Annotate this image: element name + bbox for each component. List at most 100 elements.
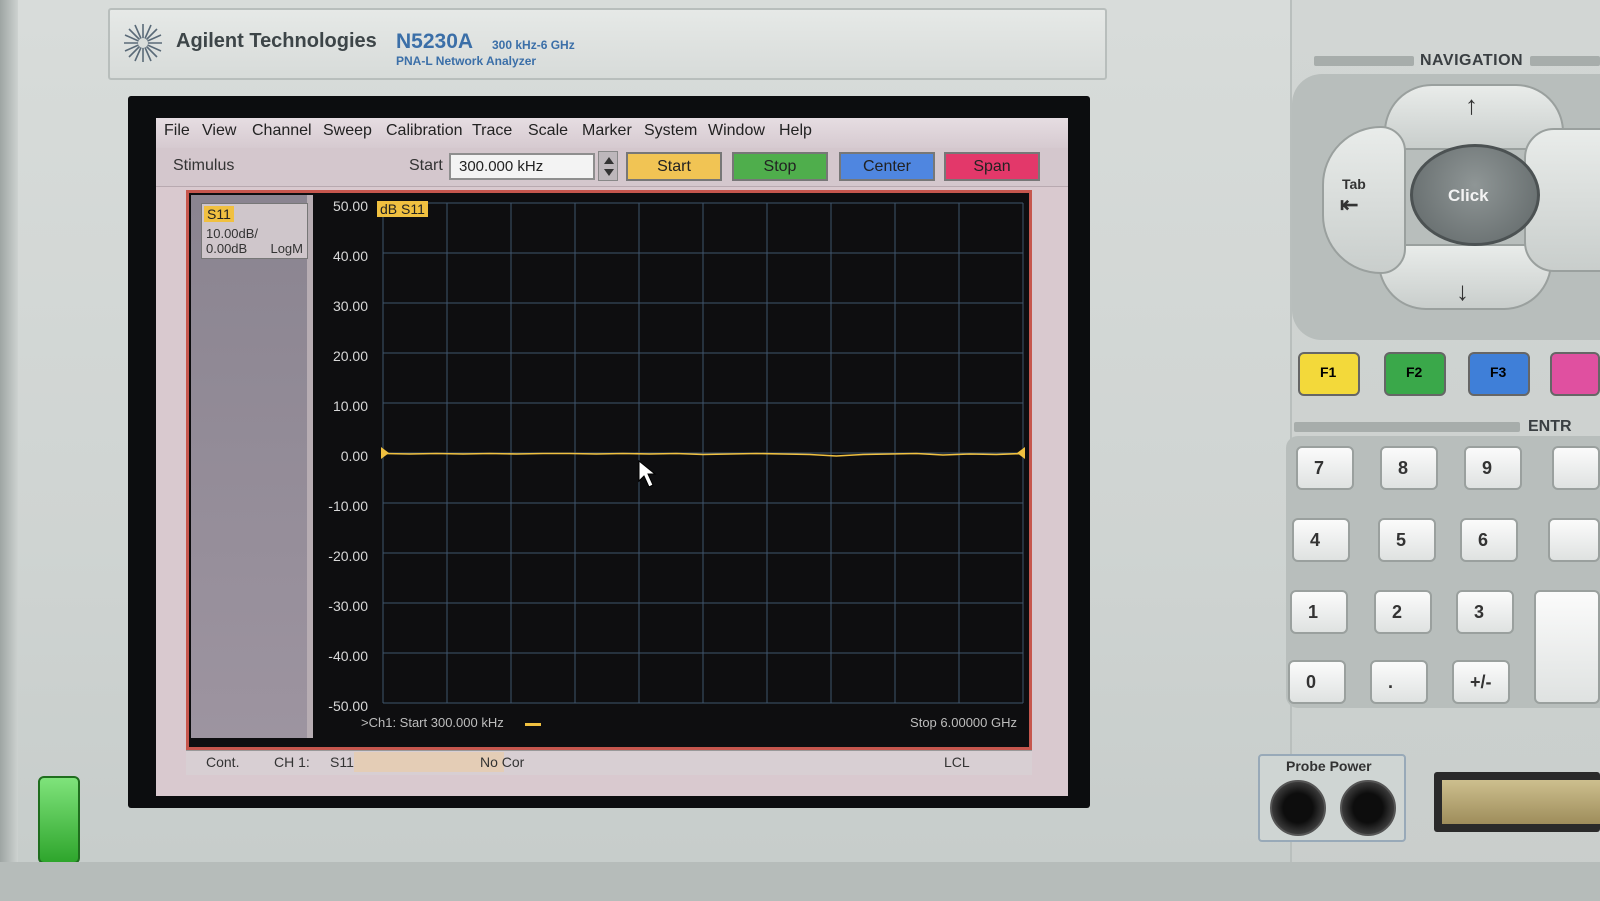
key-5[interactable]: 5 [1378,518,1436,562]
y-tick-label: 50.00 [332,198,368,214]
menu-sweep[interactable]: Sweep [323,122,372,140]
product-subtitle: PNA-L Network Analyzer [396,54,537,68]
analyzer-screen: File View Channel Sweep Calibration Trac… [156,118,1068,796]
y-tick-label: 40.00 [332,248,368,264]
stop-button[interactable]: Stop [732,152,828,181]
key-4[interactable]: 4 [1292,518,1350,562]
f2-key[interactable]: F2 [1384,352,1446,396]
probe-power-panel: Probe Power [1258,754,1406,842]
chassis-bottom [0,862,1600,901]
menu-window[interactable]: Window [708,122,765,140]
tab-button[interactable] [1322,126,1406,274]
stimulus-label: Stimulus [173,157,235,174]
y-tick-label: 30.00 [332,298,368,314]
trace-status-panel: S11 10.00dB/ 0.00dB LogM [191,195,313,738]
start-field-label: Start [409,157,443,174]
drive-slot [1442,780,1600,824]
sweep-mode: Cont. [206,754,240,770]
tab-back-icon: ⇤ [1340,192,1359,217]
trace-id-badge: S11 [204,206,234,222]
probe-power-jack[interactable] [1340,780,1396,836]
model-number: N5230A [396,30,474,53]
navigation-bar [1530,56,1600,66]
key-plus-minus[interactable]: +/- [1452,660,1510,704]
y-tick-label: -50.00 [328,698,368,714]
trace-status-box[interactable]: S11 10.00dB/ 0.00dB LogM [201,203,308,259]
mouse-cursor-icon [638,459,657,488]
key-0[interactable]: 0 [1288,660,1346,704]
y-tick-label: 10.00 [332,398,368,414]
probe-power-label: Probe Power [1286,758,1372,774]
trace-label-badge: dB S11 [377,201,428,217]
y-tick-label: 0.00 [340,448,368,464]
start-frequency-input[interactable]: 300.000 kHz [449,153,595,180]
y-tick-label: -20.00 [328,548,368,564]
key-2[interactable]: 2 [1374,590,1432,634]
trace-scale: 10.00dB/ [206,226,259,241]
agilent-spark-icon [124,24,162,62]
menu-marker[interactable]: Marker [582,122,632,140]
enter-key[interactable] [1534,590,1600,704]
key-6[interactable]: 6 [1460,518,1518,562]
menu-channel[interactable]: Channel [252,122,312,140]
y-tick-label: -10.00 [328,498,368,514]
center-button[interactable]: Center [839,152,935,181]
start-frequency-spinner[interactable] [598,151,618,181]
reference-marker-right [1017,447,1025,459]
menu-scale[interactable]: Scale [528,122,568,140]
channel-indicator: CH 1: [274,754,310,770]
span-button[interactable]: Span [944,152,1040,181]
arrow-down-icon: ↓ [1456,276,1469,306]
entry-bar [1294,422,1520,432]
status-bar: Cont. CH 1: S11 No Cor LCL [186,750,1032,775]
menu-view[interactable]: View [202,122,236,140]
key-decimal[interactable]: . [1370,660,1428,704]
channel-window[interactable]: S11 10.00dB/ 0.00dB LogM 50.00 40.00 30.… [186,190,1032,750]
key-7[interactable]: 7 [1296,446,1354,490]
menu-system[interactable]: System [644,122,697,140]
click-label: Click [1448,186,1489,205]
key-side[interactable] [1552,446,1600,490]
trace-color-marker [525,723,541,726]
trace-plot[interactable] [379,199,1029,711]
navigation-title: NAVIGATION [1420,52,1524,69]
trace-reference: 0.00dB [206,241,248,256]
spin-up-icon[interactable] [604,157,614,164]
parameter-value: S11 [330,754,354,770]
f3-key[interactable]: F3 [1468,352,1530,396]
brand-name: Agilent Technologies [176,30,377,52]
key-8[interactable]: 8 [1380,446,1438,490]
key-3[interactable]: 3 [1456,590,1514,634]
menu-help[interactable]: Help [779,122,812,140]
key-side[interactable] [1548,518,1600,562]
start-button[interactable]: Start [626,152,722,181]
brand-plate: Agilent Technologies N5230A 300 kHz-6 GH… [108,8,1107,80]
stimulus-toolbar: Stimulus Start 300.000 kHz Start Stop Ce… [156,148,1068,187]
f1-key[interactable]: F1 [1298,352,1360,396]
key-1[interactable]: 1 [1290,590,1348,634]
probe-power-jack[interactable] [1270,780,1326,836]
y-tick-label: -30.00 [328,598,368,614]
menu-file[interactable]: File [164,122,190,140]
correction-status: No Cor [480,754,525,770]
navigation-bar [1314,56,1414,66]
f4-key[interactable] [1550,352,1600,396]
sweep-start-label: >Ch1: Start 300.000 kHz [361,715,504,730]
menu-trace[interactable]: Trace [472,122,512,140]
y-tick-label: 20.00 [332,348,368,364]
key-9[interactable]: 9 [1464,446,1522,490]
reference-marker-left [381,447,389,459]
chassis-edge [0,0,18,901]
power-indicator[interactable] [38,776,80,864]
frequency-range: 300 kHz-6 GHz [492,38,575,52]
spin-down-icon[interactable] [604,169,614,176]
entry-title: ENTR [1528,418,1572,435]
menu-bar: File View Channel Sweep Calibration Trac… [156,118,1068,148]
tab-label: Tab [1342,176,1366,192]
y-tick-label: -40.00 [328,648,368,664]
trace-format: LogM [270,241,303,256]
arrow-up-icon: ↑ [1465,90,1478,120]
remote-status: LCL [944,754,970,770]
menu-calibration[interactable]: Calibration [386,122,462,140]
disk-drive[interactable] [1434,772,1600,832]
